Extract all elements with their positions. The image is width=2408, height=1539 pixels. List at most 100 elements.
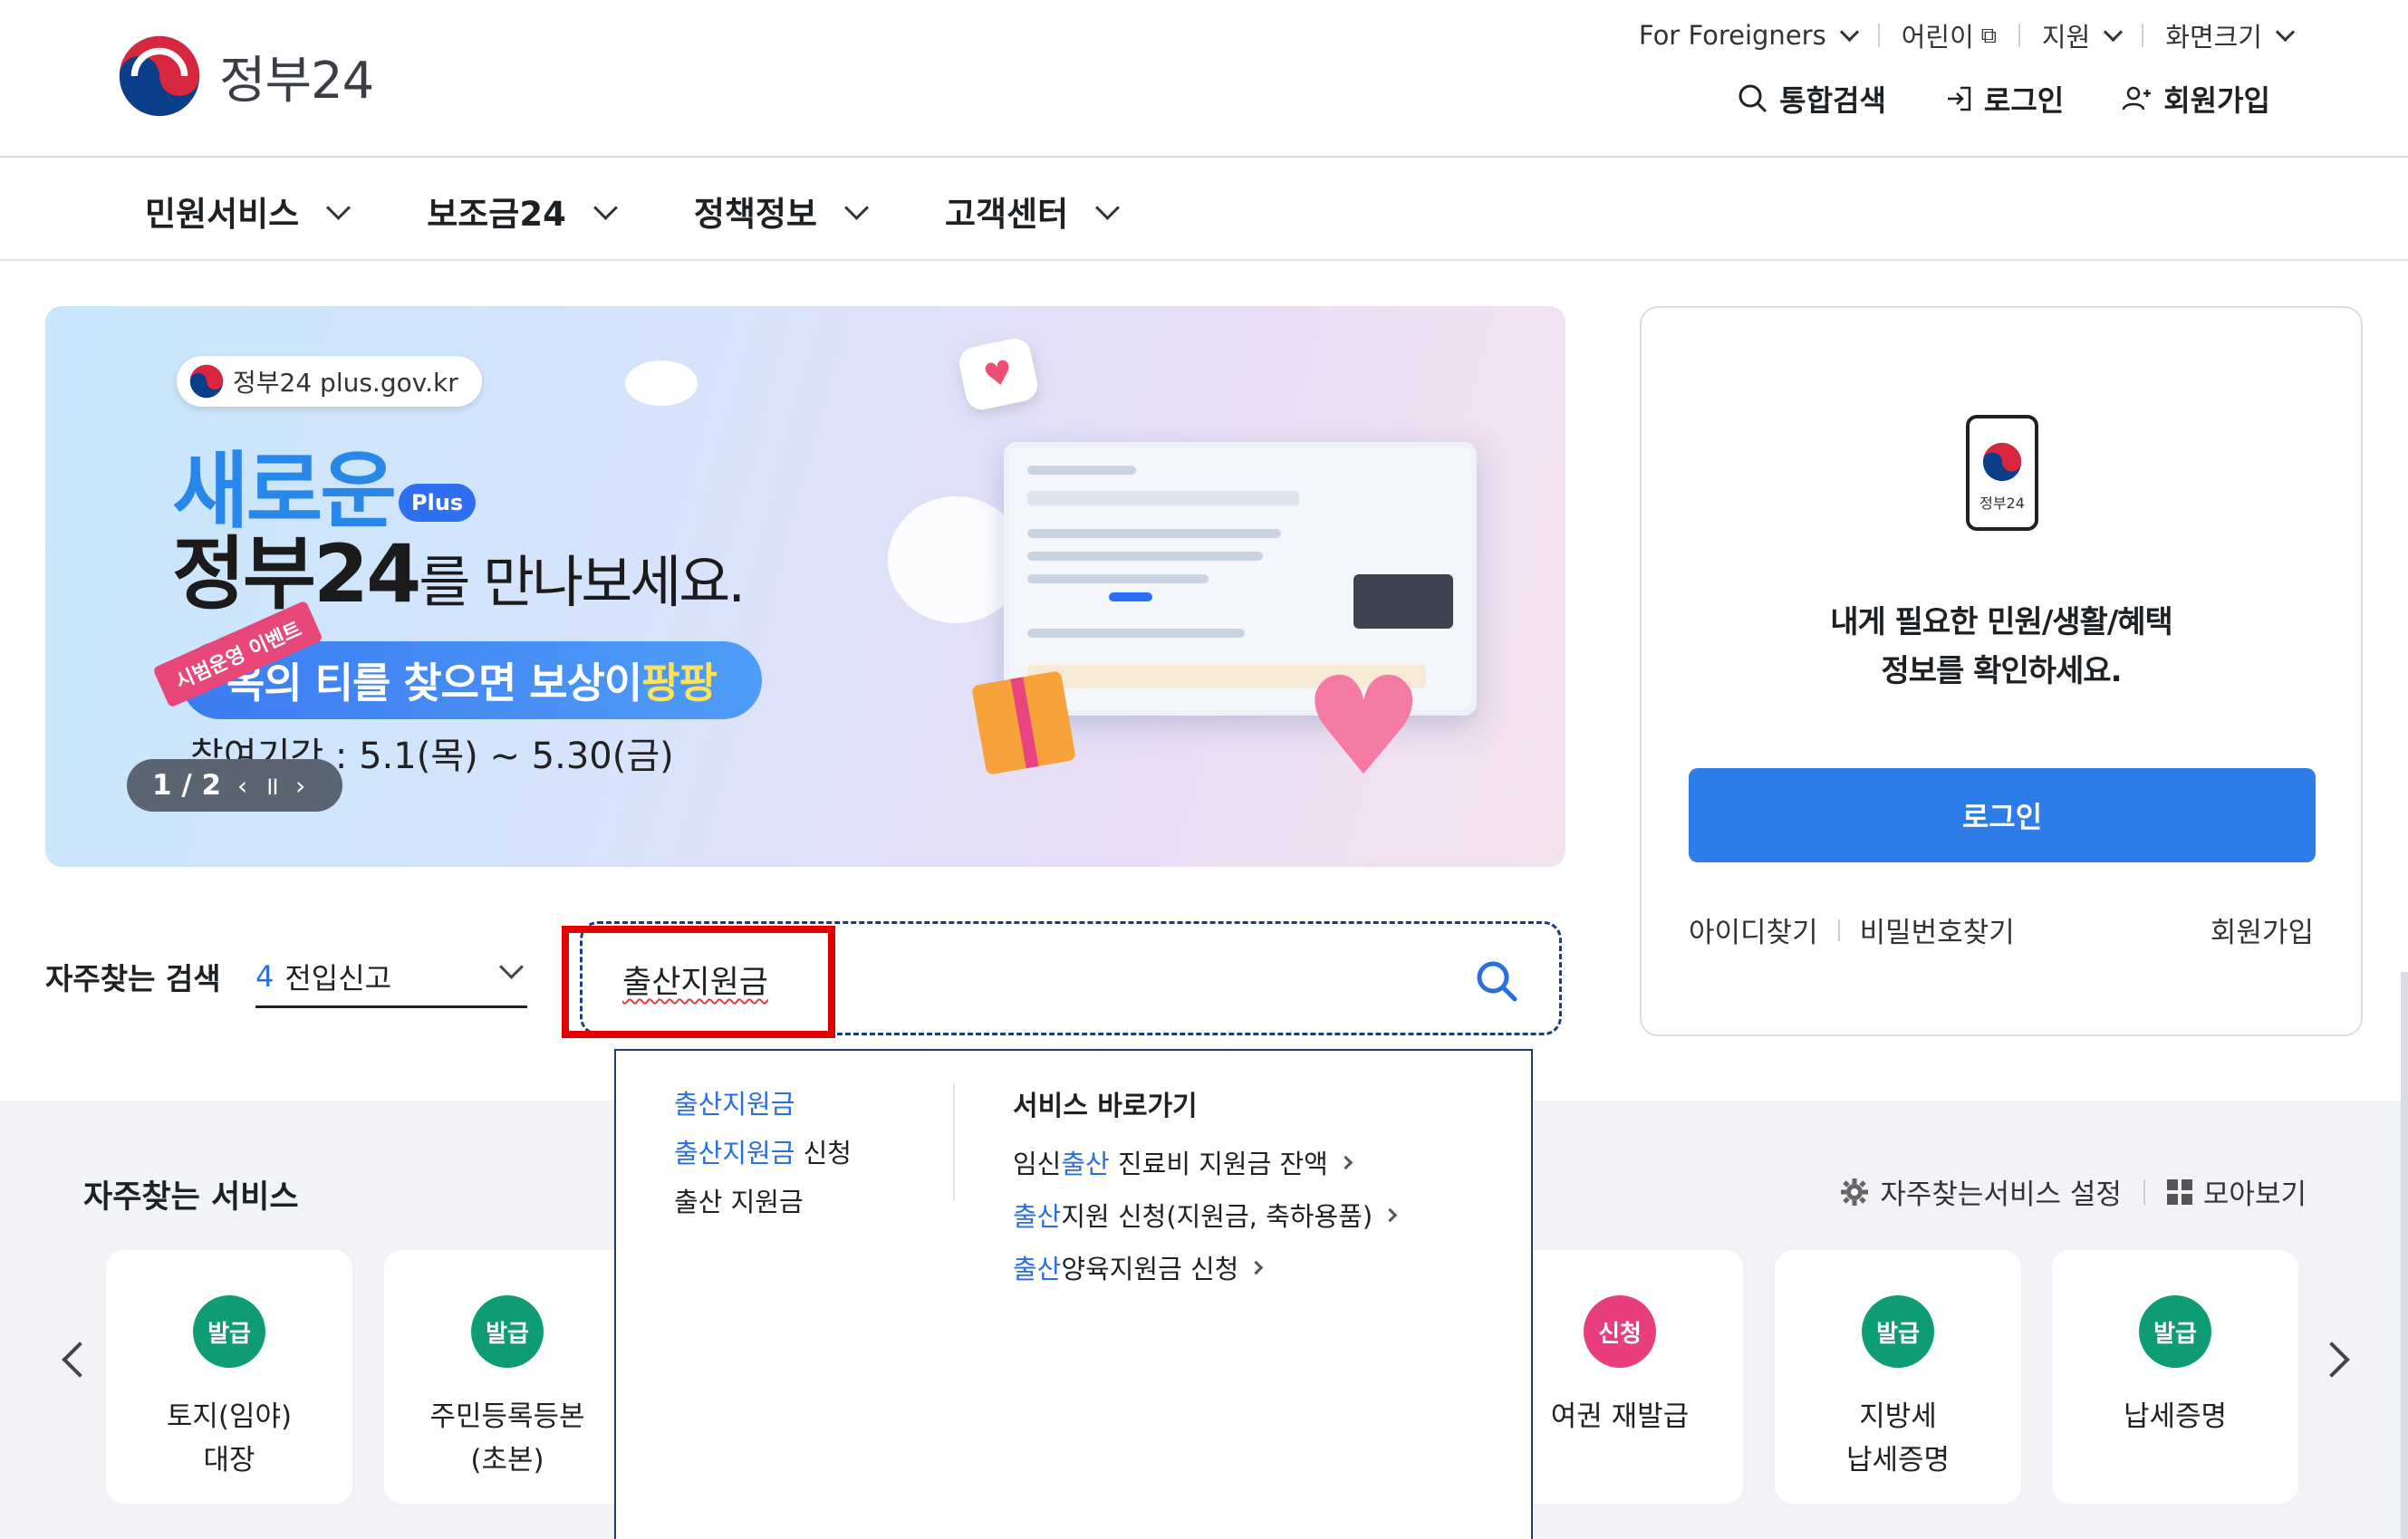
account-links: 아이디찾기 비밀번호찾기 [1689, 909, 2015, 950]
logo-text: 정부24 [219, 51, 374, 111]
pause-button[interactable]: ॥ [264, 768, 279, 803]
taegeuk-logo-icon [189, 364, 224, 399]
message-line: 내게 필요한 민원/생활/혜택 [1830, 604, 2173, 640]
service-label: 납세증명 [2123, 1400, 2228, 1433]
shortcut-highlight: 출산 [1013, 1254, 1062, 1284]
integrated-search-button[interactable]: 통합검색 [1738, 78, 1886, 120]
shortcut-link[interactable]: 출산양육지원금 신청 [1013, 1248, 1395, 1286]
shortcut-post: 양육지원금 신청 [1061, 1254, 1239, 1284]
grid-icon [2166, 1178, 2192, 1205]
find-id-link[interactable]: 아이디찾기 [1689, 909, 1818, 950]
service-settings-button[interactable]: 자주찾는서비스 설정 [1840, 1171, 2122, 1212]
service-tools: 자주찾는서비스 설정 모아보기 [1840, 1171, 2307, 1212]
event-post: 팡팡 [641, 659, 718, 707]
signup-label: 회원가입 [2163, 83, 2270, 118]
issue-badge: 발급 [1862, 1295, 1934, 1368]
promo-banner[interactable]: ♥ ♥ 정부24 plus.gov.kr 새로운 Plus 정부24를 만나보세… [45, 306, 1565, 867]
login-card: 정부24 내게 필요한 민원/생활/혜택 정보를 확인하세요. 로그인 아이디찾… [1640, 306, 2363, 1036]
kids-link[interactable]: 어린이 ⧉ [1902, 16, 1997, 54]
nav-item-label: 민원서비스 [145, 195, 300, 234]
prev-slide-button[interactable]: ‹ [237, 771, 247, 801]
heart-icon: ♥ [1303, 649, 1425, 806]
nav-item-policy-info[interactable]: 정책정보 [693, 187, 869, 236]
suggestion-list: 출산지원금 출산지원금 신청 출산 지원금 [674, 1083, 852, 1219]
suggestion-item[interactable]: 출산지원금 [674, 1083, 852, 1121]
divider [1877, 24, 1880, 47]
shortcut-highlight: 출산 [1013, 1201, 1062, 1232]
frequent-search-select[interactable]: 4 전입신고 [255, 947, 527, 1008]
chevron-right-icon [1249, 1260, 1264, 1274]
find-password-link[interactable]: 비밀번호찾기 [1860, 909, 2015, 950]
service-card-resident-register[interactable]: 발급 주민등록등본 (초본) [384, 1250, 631, 1504]
chevron-right-icon [1338, 1155, 1353, 1169]
chevron-down-icon [2104, 22, 2124, 42]
site-url-pill: 정부24 plus.gov.kr [177, 356, 482, 407]
search-autocomplete-dropdown: 출산지원금 출산지원금 신청 출산 지원금 서비스 바로가기 임신출산 진료비 … [614, 1049, 1533, 1539]
site-logo[interactable]: 정부24 [118, 34, 374, 118]
suggestion-item[interactable]: 출산 지원금 [674, 1181, 852, 1219]
login-label: 로그인 [1983, 83, 2065, 118]
nav-item-customer-center[interactable]: 고객센터 [945, 187, 1121, 236]
issue-badge: 발급 [193, 1295, 265, 1368]
for-foreigners-label: For Foreigners [1638, 20, 1826, 51]
chevron-down-icon [326, 195, 352, 220]
apply-badge: 신청 [1584, 1295, 1656, 1368]
integrated-search-label: 통합검색 [1779, 83, 1886, 118]
divider [2142, 24, 2144, 47]
collect-view-label: 모아보기 [2202, 1178, 2307, 1211]
login-button[interactable]: 로그인 [1689, 768, 2316, 862]
shortcut-title: 서비스 바로가기 [1013, 1091, 1198, 1122]
nav-item-label: 정책정보 [693, 195, 817, 234]
banner-pager: 1 / 2 ‹ ॥ › [127, 759, 342, 812]
chevron-down-icon [499, 955, 524, 979]
nav-item-civil-services[interactable]: 민원서비스 [145, 187, 352, 236]
nav-item-label: 보조금24 [427, 195, 566, 234]
cloud-decoration [625, 361, 698, 406]
service-card-passport-reissue[interactable]: 신청 여권 재발급 [1497, 1250, 1743, 1504]
suggestion-item[interactable]: 출산지원금 신청 [674, 1132, 852, 1170]
taegeuk-logo-icon [1982, 442, 2022, 482]
login-link[interactable]: 로그인 [1944, 78, 2064, 120]
service-card-local-tax-certificate[interactable]: 발급 지방세 납세증명 [1775, 1250, 2021, 1504]
main-nav: 민원서비스 보조금24 정책정보 고객센터 [0, 158, 2408, 261]
event-mid: 를 찾으면 보상이 [352, 659, 642, 707]
shortcut-link[interactable]: 출산지원 신청(지원금, 축하용품) [1013, 1196, 1398, 1234]
account-menu: 통합검색 로그인 회원가입 [1738, 78, 2270, 120]
site-url-text: 정부24 plus.gov.kr [233, 368, 458, 398]
shortcut-highlight: 출산 [1061, 1149, 1110, 1179]
service-label: 주민등록등본 (초본) [429, 1400, 585, 1476]
chevron-right-icon [1382, 1207, 1398, 1222]
shortcut-link[interactable]: 임신출산 진료비 지원금 잔액 [1013, 1143, 1395, 1181]
next-slide-button[interactable]: › [295, 771, 305, 801]
service-card-land-register[interactable]: 발급 토지(임야) 대장 [106, 1250, 352, 1504]
shortcut-list: 서비스 바로가기 임신출산 진료비 지원금 잔액 출산지원 신청(지원금, 축하… [1013, 1083, 1398, 1301]
collect-view-button[interactable]: 모아보기 [2166, 1171, 2307, 1212]
signup-link[interactable]: 회원가입 [2122, 78, 2270, 120]
chevron-down-icon [592, 195, 618, 220]
service-label: 토지(임야) 대장 [166, 1400, 293, 1476]
font-size-menu[interactable]: 화면크기 [2165, 16, 2296, 54]
banner-headline-rest: 를 만나보세요. [419, 549, 746, 615]
scrollbar[interactable] [2401, 972, 2408, 1539]
issue-badge: 발급 [471, 1295, 544, 1368]
service-label: 여권 재발급 [1550, 1400, 1690, 1433]
suggestion-text: 출산 지원금 [674, 1187, 804, 1217]
suggestion-highlight: 출산지원금 [674, 1089, 795, 1120]
chevron-down-icon [1839, 22, 1859, 42]
chevron-down-icon [1095, 195, 1121, 220]
font-size-label: 화면크기 [2165, 22, 2262, 53]
nav-item-subsidy24[interactable]: 보조금24 [427, 187, 618, 236]
chevron-down-icon [2275, 22, 2296, 42]
banner-headline: 정부24를 만나보세요. [172, 510, 746, 625]
support-menu[interactable]: 지원 [2042, 16, 2124, 54]
for-foreigners-menu[interactable]: For Foreigners [1638, 20, 1859, 51]
service-label: 지방세 납세증명 [1845, 1400, 1950, 1476]
utility-menu: For Foreigners 어린이 ⧉ 지원 화면크기 [1638, 16, 2296, 54]
signup-link[interactable]: 회원가입 [2211, 909, 2314, 950]
suggestion-text: 신청 [795, 1138, 852, 1169]
search-icon[interactable] [1474, 958, 1519, 1004]
external-link-icon: ⧉ [1980, 23, 1997, 48]
issue-badge: 발급 [2139, 1295, 2211, 1368]
divider [1837, 919, 1840, 941]
service-card-tax-certificate[interactable]: 발급 납세증명 [2052, 1250, 2298, 1504]
